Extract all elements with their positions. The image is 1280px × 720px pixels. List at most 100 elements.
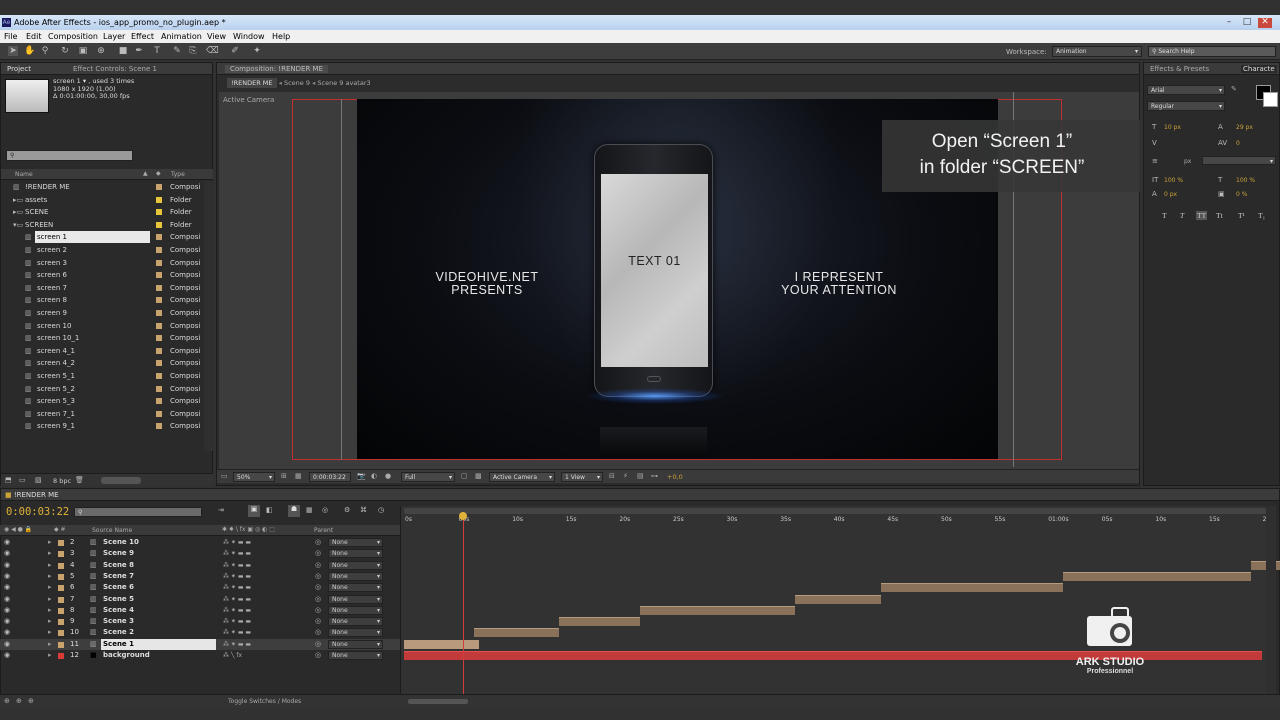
label-color-swatch[interactable] xyxy=(156,335,162,342)
subscript-button[interactable]: T₁ xyxy=(1258,211,1265,220)
rectangle-tool-icon[interactable]: ■ xyxy=(118,46,128,56)
auto-keyframe-icon[interactable]: ◷ xyxy=(378,506,384,514)
label-color-swatch[interactable] xyxy=(156,410,162,417)
tab-character[interactable]: Characte xyxy=(1241,65,1277,73)
live-update-icon[interactable]: ▣ xyxy=(248,505,260,517)
work-area-bar[interactable] xyxy=(404,508,1266,514)
menu-effect[interactable]: Effect xyxy=(131,32,154,41)
font-size-value[interactable]: 10 px xyxy=(1164,124,1181,131)
search-help-field[interactable]: ⚲ Search Help xyxy=(1148,46,1276,57)
layer-row[interactable]: ◉ ▸ 7 ▥ Scene 5 ⁂ ⁕ ▬ ▬ ◎ None ▾ xyxy=(0,594,400,605)
parent-select[interactable]: None ▾ xyxy=(328,628,383,638)
visibility-eye-icon[interactable]: ◉ xyxy=(4,650,10,661)
safe-zones-icon[interactable]: ⊞ xyxy=(281,472,287,480)
visibility-eye-icon[interactable]: ◉ xyxy=(4,616,10,627)
project-item[interactable]: ▥ screen 7_1 Composi xyxy=(1,408,201,420)
parent-select[interactable]: None ▾ xyxy=(328,583,383,593)
visibility-eye-icon[interactable]: ◉ xyxy=(4,594,10,605)
expand-twirl-icon[interactable]: ▸ xyxy=(48,605,52,616)
frame-blending-icon[interactable]: ▦ xyxy=(306,506,313,514)
layer-label-color[interactable] xyxy=(58,573,64,580)
parent-select[interactable]: None ▾ xyxy=(328,617,383,627)
timeline-search-input[interactable]: ⚲ xyxy=(74,507,202,517)
timeline-vscroll[interactable] xyxy=(1266,506,1276,694)
expand-twirl-icon[interactable]: ▸ xyxy=(48,571,52,582)
project-item[interactable]: ▥ screen 8 Composi xyxy=(1,294,201,306)
grid-icon[interactable]: ▦ xyxy=(295,472,302,480)
layer-label-color[interactable] xyxy=(58,540,64,546)
maximize-icon[interactable]: □ xyxy=(1240,18,1254,28)
label-color-swatch[interactable] xyxy=(156,360,162,367)
parent-select[interactable]: None ▾ xyxy=(328,639,383,649)
breadcrumb-render-me[interactable]: !RENDER ME xyxy=(227,78,277,88)
project-item[interactable]: ▸▭ assets Folder xyxy=(1,194,201,206)
tab-effects-presets[interactable]: Effects & Presets xyxy=(1150,65,1209,73)
roto-tool-icon[interactable]: ✐ xyxy=(230,46,240,56)
expand-twirl-icon[interactable]: ▸ xyxy=(48,560,52,571)
expand-twirl-icon[interactable]: ▸ xyxy=(48,548,52,559)
layer-switches[interactable]: ⁂ ⁕ ▬ ▬ xyxy=(223,639,251,650)
camera-tool-icon[interactable]: ▣ xyxy=(78,46,88,56)
tsume-value[interactable]: 0 % xyxy=(1236,191,1247,198)
layer-row[interactable]: ◉ ▸ 6 ▥ Scene 6 ⁂ ⁕ ▬ ▬ ◎ None ▾ xyxy=(0,582,400,593)
parent-pickwhip-icon[interactable]: ◎ xyxy=(315,650,321,661)
interpret-footage-icon[interactable]: ⬒ xyxy=(5,476,12,484)
menu-edit[interactable]: Edit xyxy=(26,32,42,41)
column-name[interactable]: Name xyxy=(15,171,33,178)
expand-twirl-icon[interactable]: ▸ xyxy=(48,582,52,593)
parent-select[interactable]: None ▾ xyxy=(328,594,383,604)
layer-switches[interactable]: ⁂ ⁕ ▬ ▬ xyxy=(223,537,251,548)
project-item[interactable]: ▥ screen 3 Composi xyxy=(1,257,201,269)
layer-label-color[interactable] xyxy=(58,630,64,637)
visibility-eye-icon[interactable]: ◉ xyxy=(4,582,10,593)
faux-bold-button[interactable]: T xyxy=(1162,211,1167,220)
expand-twirl-icon[interactable]: ▸ xyxy=(48,639,52,650)
motion-blur-icon[interactable]: ◎ xyxy=(322,506,328,514)
label-color-swatch[interactable] xyxy=(156,209,162,216)
layer-source-name[interactable]: Scene 3 xyxy=(103,616,134,627)
parent-pickwhip-icon[interactable]: ◎ xyxy=(315,616,321,627)
expand-twirl-icon[interactable]: ▸ xyxy=(48,616,52,627)
current-time-indicator[interactable] xyxy=(462,512,464,694)
label-color-swatch[interactable] xyxy=(156,272,162,279)
label-color-swatch[interactable] xyxy=(156,196,162,203)
project-item[interactable]: ▥ screen 10 Composi xyxy=(1,320,201,332)
label-color-swatch[interactable] xyxy=(156,347,162,354)
parent-pickwhip-icon[interactable]: ◎ xyxy=(315,594,321,605)
camera-view-select[interactable]: Active Camera ▾ xyxy=(489,472,555,482)
project-item[interactable]: ▥ !RENDER ME Composi xyxy=(1,181,201,193)
menu-window[interactable]: Window xyxy=(233,32,265,41)
font-family-select[interactable]: Arial ▾ xyxy=(1147,85,1225,95)
visibility-eye-icon[interactable]: ◉ xyxy=(4,537,10,548)
pan-behind-tool-icon[interactable]: ⊕ xyxy=(96,46,106,56)
stroke-style-select[interactable]: ▾ xyxy=(1202,156,1276,165)
tab-effect-controls[interactable]: Effect Controls: Scene 1 xyxy=(73,65,157,73)
horizontal-scale-value[interactable]: 100 % xyxy=(1236,177,1255,184)
layer-source-name[interactable]: Scene 9 xyxy=(103,548,134,559)
column-parent[interactable]: Parent xyxy=(314,527,333,534)
current-time-field[interactable]: 0:00:03:22 xyxy=(309,472,351,482)
breadcrumb-scene9[interactable]: Scene 9 xyxy=(284,79,310,87)
layer-row[interactable]: ◉ ▸ 10 ▥ Scene 2 ⁂ ⁕ ▬ ▬ ◎ None ▾ xyxy=(0,627,400,638)
layer-switches[interactable]: ⁂ ⁕ ▬ ▬ xyxy=(223,560,251,571)
label-column-icon[interactable]: ◆ xyxy=(156,170,161,177)
breadcrumb-scene9-avatar[interactable]: Scene 9 avatar3 xyxy=(317,79,370,87)
pixel-aspect-icon[interactable]: ⊟ xyxy=(609,472,615,480)
minimize-icon[interactable]: – xyxy=(1222,18,1236,28)
menu-animation[interactable]: Animation xyxy=(161,32,202,41)
rotate-tool-icon[interactable]: ↻ xyxy=(60,46,70,56)
small-caps-button[interactable]: Tt xyxy=(1216,211,1223,220)
parent-pickwhip-icon[interactable]: ◎ xyxy=(315,639,321,650)
parent-pickwhip-icon[interactable]: ◎ xyxy=(315,627,321,638)
toggle-switches-modes-button[interactable]: Toggle Switches / Modes xyxy=(228,698,301,705)
expand-timestretch-icon[interactable]: ⊕ xyxy=(28,697,34,705)
zoom-tool-icon[interactable]: ⚲ xyxy=(40,46,50,56)
label-color-swatch[interactable] xyxy=(156,247,162,253)
view-layout-select[interactable]: 1 View ▾ xyxy=(561,472,603,482)
pen-tool-icon[interactable]: ✒ xyxy=(134,46,144,56)
flowchart-icon[interactable]: ⊶ xyxy=(651,472,658,480)
visibility-eye-icon[interactable]: ◉ xyxy=(4,571,10,582)
puppet-tool-icon[interactable]: ✦ xyxy=(252,46,262,56)
label-color-swatch[interactable] xyxy=(156,221,162,228)
project-scrollbar[interactable] xyxy=(204,181,213,451)
